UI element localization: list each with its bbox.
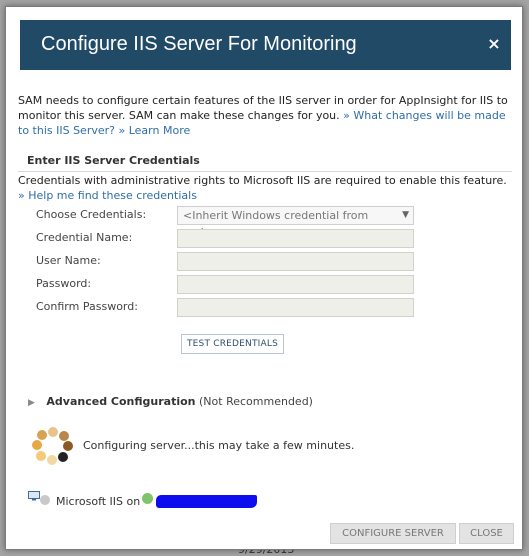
monitor-label: Microsoft IIS on: [56, 495, 141, 508]
password-label: Password:: [36, 277, 92, 290]
credentials-section-header: Enter IIS Server Credentials: [18, 152, 512, 172]
configure-iis-dialog: Configure IIS Server For Monitoring × SA…: [5, 6, 523, 550]
help-credentials-link[interactable]: » Help me find these credentials: [18, 189, 197, 202]
credential-name-row: Credential Name:: [36, 229, 416, 248]
choose-credentials-row: Choose Credentials: <Inherit Windows cre…: [36, 206, 416, 239]
close-button[interactable]: CLOSE: [459, 523, 514, 544]
dialog-title: Configure IIS Server For Monitoring: [41, 33, 357, 55]
credential-name-input[interactable]: [177, 229, 414, 248]
dialog-titlebar: Configure IIS Server For Monitoring ×: [20, 20, 511, 70]
choose-credentials-select[interactable]: <Inherit Windows credential from node> ▼: [177, 206, 414, 239]
advanced-configuration-title: Advanced Configuration: [46, 395, 196, 408]
user-name-input[interactable]: [177, 252, 414, 271]
credentials-note: Credentials with administrative rights t…: [18, 173, 512, 203]
chevron-down-icon: ▼: [402, 210, 409, 220]
advanced-configuration-note: (Not Recommended): [199, 395, 313, 408]
advanced-configuration-toggle[interactable]: ▶ Advanced Configuration (Not Recommende…: [28, 395, 313, 408]
progress-text: Configuring server...this may take a few…: [83, 439, 355, 452]
intro-text: SAM needs to configure certain features …: [18, 93, 508, 138]
confirm-password-label: Confirm Password:: [36, 300, 138, 313]
credential-name-label: Credential Name:: [36, 231, 133, 244]
expand-triangle-icon: ▶: [28, 398, 35, 408]
user-name-label: User Name:: [36, 254, 101, 267]
password-row: Password:: [36, 275, 416, 294]
confirm-password-input[interactable]: [177, 298, 414, 317]
confirm-password-row: Confirm Password:: [36, 298, 416, 317]
learn-more-link[interactable]: » Learn More: [119, 124, 191, 137]
loading-spinner-icon: [32, 427, 74, 465]
close-icon[interactable]: ×: [486, 36, 502, 52]
user-name-row: User Name:: [36, 252, 416, 271]
password-input[interactable]: [177, 275, 414, 294]
configure-server-button[interactable]: CONFIGURE SERVER: [330, 523, 456, 544]
redacted-node-name: [156, 495, 257, 508]
test-credentials-button[interactable]: TEST CREDENTIALS: [181, 334, 284, 354]
choose-credentials-label: Choose Credentials:: [36, 208, 147, 221]
status-unknown-icon: [40, 495, 50, 505]
credentials-section-title: Enter IIS Server Credentials: [27, 154, 200, 167]
credentials-note-text: Credentials with administrative rights t…: [18, 174, 507, 187]
status-up-icon: [142, 493, 153, 504]
monitor-icon: [28, 491, 40, 501]
